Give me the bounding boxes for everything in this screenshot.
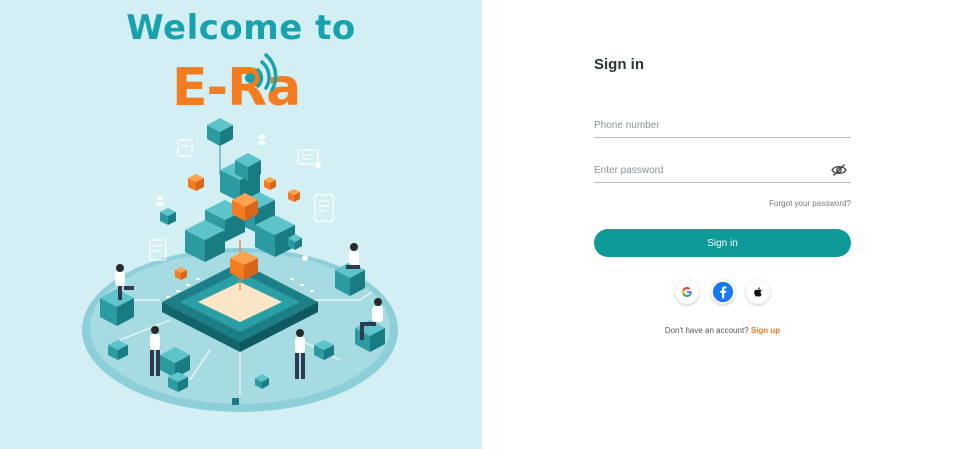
no-account-text: Don't have an account?	[664, 326, 749, 335]
google-icon	[682, 287, 692, 297]
google-button[interactable]	[675, 280, 699, 304]
signup-link[interactable]: Sign up	[751, 326, 780, 335]
password-input[interactable]	[594, 165, 819, 176]
phone-field[interactable]	[594, 115, 851, 138]
phone-input[interactable]	[594, 120, 819, 131]
wifi-signal-icon	[245, 53, 278, 92]
hero-panel: Welcome to E-Ra	[0, 0, 482, 449]
password-field[interactable]	[594, 160, 851, 183]
forgot-password-link[interactable]: Forgot your password?	[594, 199, 851, 208]
signup-prompt: Don't have an account? Sign up	[594, 326, 851, 335]
apple-icon	[753, 287, 762, 297]
facebook-button[interactable]	[711, 280, 735, 304]
iot-chip-illustration	[82, 53, 398, 412]
signin-title: Sign in	[594, 56, 644, 73]
signin-button[interactable]: Sign in	[594, 229, 851, 257]
eye-off-icon[interactable]	[831, 163, 847, 177]
signin-panel: Sign in Forgot your password? Sign in	[482, 0, 960, 449]
facebook-icon	[712, 281, 734, 303]
person-right-top	[346, 243, 360, 269]
apple-button[interactable]	[746, 280, 770, 304]
